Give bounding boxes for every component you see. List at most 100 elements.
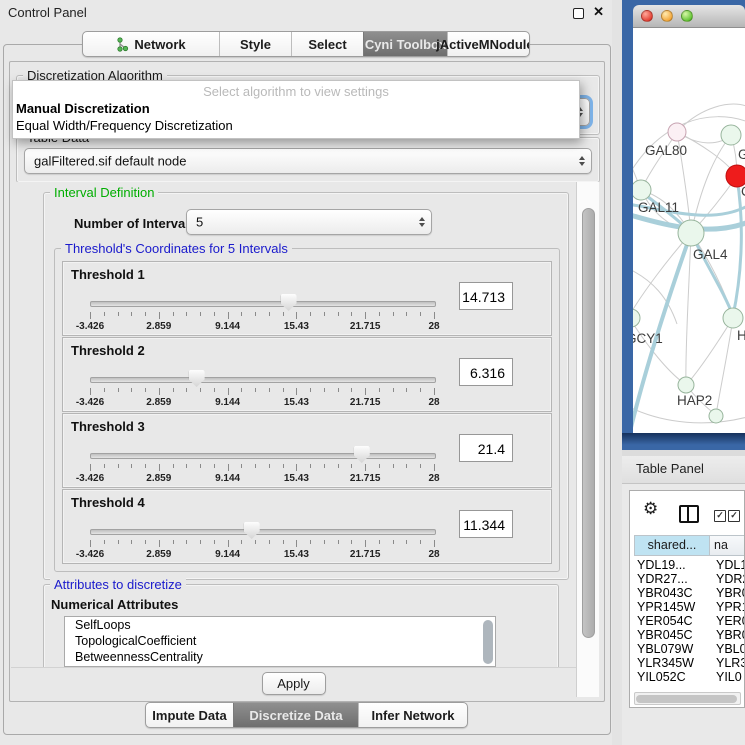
network-edge[interactable] <box>691 135 731 233</box>
tick-mark <box>214 388 215 392</box>
tick-mark <box>283 312 284 316</box>
tick-mark <box>351 312 352 316</box>
tick-mark <box>269 388 270 392</box>
tick-mark <box>365 464 366 471</box>
threshold-slider-thumb[interactable] <box>281 294 297 311</box>
checkbox-icon[interactable]: ✓ <box>728 510 740 522</box>
table-row[interactable]: YBR043CYBR0 <box>630 586 745 600</box>
network-node[interactable] <box>633 309 640 327</box>
tab-select[interactable]: Select <box>291 32 363 56</box>
threshold-slider-thumb[interactable] <box>244 522 260 539</box>
network-node[interactable] <box>709 409 723 423</box>
threshold-slider-track[interactable] <box>90 453 436 459</box>
network-node[interactable] <box>678 377 694 393</box>
table-data-combobox[interactable]: galFiltered.sif default node <box>24 148 592 174</box>
tab-network[interactable]: Network <box>83 32 219 56</box>
tick-mark <box>118 464 119 468</box>
column-header-name[interactable]: na <box>709 535 745 556</box>
tick-mark <box>379 312 380 316</box>
table-row[interactable]: YBR045CYBR0 <box>630 628 745 642</box>
tick-label: 15.43 <box>284 321 309 332</box>
table-row[interactable]: YDL19...YDL1 <box>630 558 745 572</box>
table-hscrollbar-thumb[interactable] <box>636 695 737 703</box>
list-item[interactable]: SelfLoops <box>65 617 495 633</box>
zoom-traffic-light-icon[interactable] <box>681 10 693 22</box>
network-graph[interactable]: GAL80GACGAL11GAL4GCY1HAHAP2 <box>633 28 745 433</box>
tab-jactivemnodules[interactable]: jActiveMNodules <box>447 32 529 56</box>
column-header-shared[interactable]: shared... <box>634 535 710 556</box>
popup-option-equal-width[interactable]: Equal Width/Frequency Discretization <box>16 118 233 133</box>
threshold-label: Threshold 3 <box>71 419 145 434</box>
tick-mark <box>338 540 339 544</box>
table-row[interactable]: YER054CYER0 <box>630 614 745 628</box>
panel-divider[interactable] <box>612 0 622 745</box>
tab-network-label: Network <box>134 37 185 52</box>
network-edge[interactable] <box>716 318 733 415</box>
minimize-traffic-light-icon[interactable] <box>661 10 673 22</box>
list-scrollbar-thumb[interactable] <box>483 620 493 664</box>
list-item[interactable]: TopologicalCoefficient <box>65 633 495 649</box>
apply-button[interactable]: Apply <box>262 672 326 695</box>
tick-mark <box>186 388 187 392</box>
float-window-icon[interactable] <box>573 8 584 19</box>
network-node[interactable] <box>721 125 741 145</box>
table-row[interactable]: YBL079WYBL0 <box>630 642 745 656</box>
checkbox-icon[interactable]: ✓ <box>714 510 726 522</box>
threshold-value-field[interactable]: 11.344 <box>459 510 513 538</box>
list-item[interactable]: BetweennessCentrality <box>65 649 495 665</box>
columns-icon[interactable] <box>679 505 699 523</box>
panel-title: Control Panel <box>8 5 87 20</box>
threshold-value-field[interactable]: 14.713 <box>459 282 513 310</box>
network-node[interactable] <box>678 220 704 246</box>
close-icon[interactable]: ✕ <box>593 4 604 20</box>
network-edge[interactable] <box>691 233 733 316</box>
network-node[interactable] <box>723 308 743 328</box>
threshold-slider-track[interactable] <box>90 529 436 535</box>
list-scrollbar[interactable] <box>483 619 493 664</box>
network-edge[interactable] <box>686 233 691 384</box>
table-row[interactable]: YLR345WYLR3 <box>630 656 745 670</box>
network-node[interactable] <box>668 123 686 141</box>
table-row[interactable]: YPR145WYPR1 <box>630 600 745 614</box>
threshold-slider-thumb[interactable] <box>189 370 205 387</box>
main-scrollbar-thumb[interactable] <box>582 208 595 638</box>
popup-hint: Select algorithm to view settings <box>13 84 579 99</box>
tab-discretize-data[interactable]: Discretize Data <box>233 703 358 727</box>
tick-mark <box>255 540 256 544</box>
table-row[interactable]: YDR27...YDR2 <box>630 572 745 586</box>
number-of-intervals-combobox[interactable]: 5 <box>186 209 432 235</box>
network-edge[interactable] <box>687 318 733 384</box>
tab-style[interactable]: Style <box>219 32 291 56</box>
threshold-slider-thumb[interactable] <box>354 446 370 463</box>
tab-cyni-toolbox[interactable]: Cyni Toolbox <box>363 32 447 56</box>
network-window-titlebar[interactable] <box>633 5 745 28</box>
threshold-value-field[interactable]: 21.4 <box>459 434 513 462</box>
network-canvas[interactable]: GAL80GACGAL11GAL4GCY1HAHAP2 <box>633 28 745 433</box>
numerical-attributes-list[interactable]: SelfLoopsTopologicalCoefficientBetweenne… <box>64 616 496 667</box>
tick-mark <box>420 388 421 392</box>
threshold-slider-track[interactable] <box>90 377 436 383</box>
tick-label: 21.715 <box>350 473 381 484</box>
tick-label: 2.859 <box>146 397 171 408</box>
threshold-value-field[interactable]: 6.316 <box>459 358 513 386</box>
network-edge[interactable] <box>633 406 745 423</box>
tick-mark <box>393 388 394 392</box>
tick-mark <box>104 540 105 544</box>
tick-mark <box>434 464 435 471</box>
attribute-items: SelfLoopsTopologicalCoefficientBetweenne… <box>65 617 495 665</box>
table-horizontal-scrollbar[interactable] <box>634 692 741 705</box>
table-row[interactable]: YIL052CYIL0 <box>630 670 745 684</box>
threshold-slider-track[interactable] <box>90 301 436 307</box>
tick-mark <box>365 388 366 395</box>
network-node-label: C <box>741 184 745 199</box>
main-vertical-scrollbar[interactable] <box>576 182 599 697</box>
tab-infer-network[interactable]: Infer Network <box>358 703 467 727</box>
network-edge[interactable] <box>633 233 691 316</box>
popup-option-manual[interactable]: Manual Discretization <box>16 101 150 116</box>
gear-icon[interactable]: ⚙ <box>643 499 658 519</box>
tick-mark <box>159 464 160 471</box>
tick-mark <box>296 312 297 319</box>
close-traffic-light-icon[interactable] <box>641 10 653 22</box>
tab-impute-data[interactable]: Impute Data <box>146 703 233 727</box>
network-node[interactable] <box>633 180 651 200</box>
